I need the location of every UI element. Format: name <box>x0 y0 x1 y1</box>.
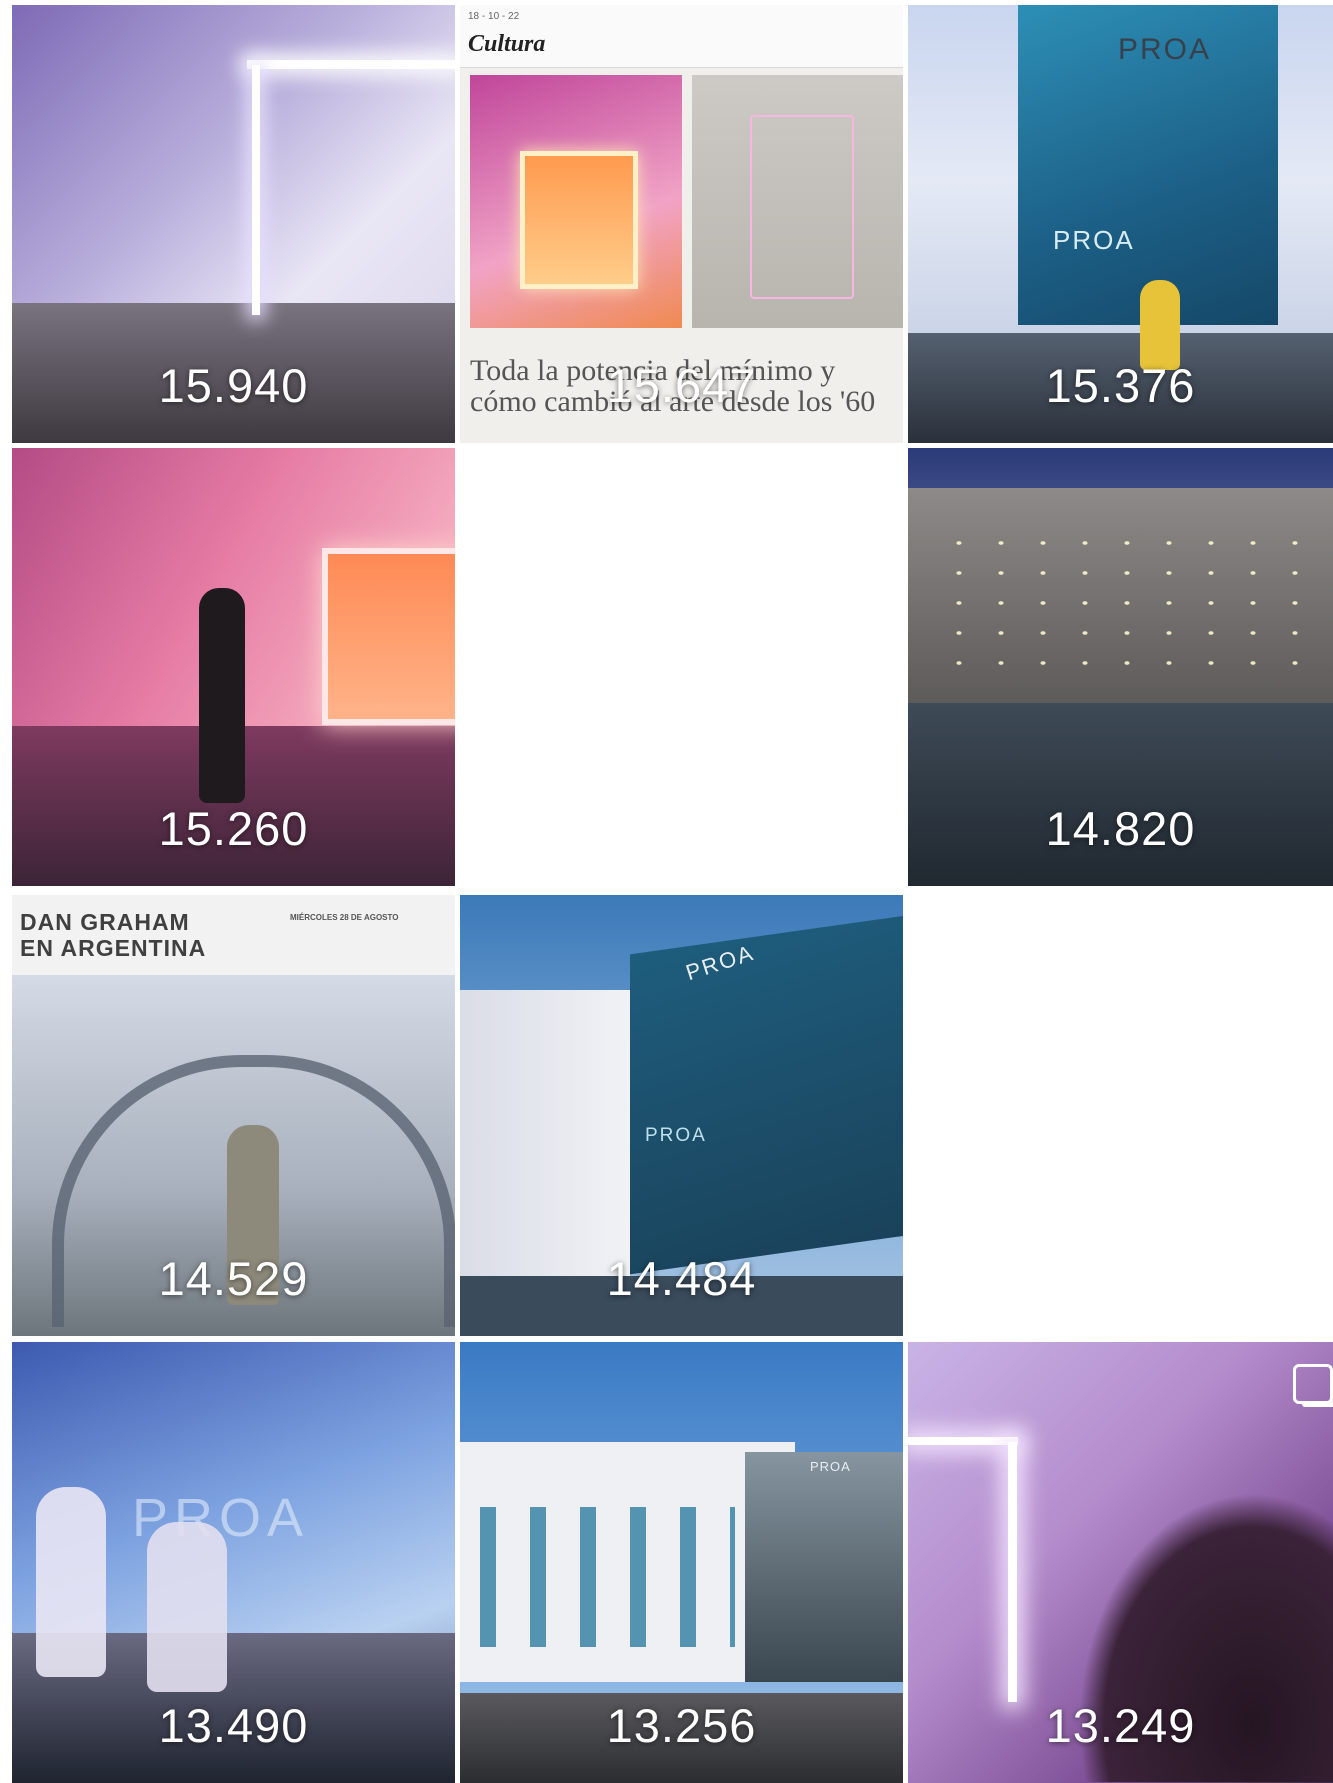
entrance-sign: PROA <box>645 1125 707 1146</box>
carousel-icon <box>1293 1364 1333 1404</box>
view-count: 15.940 <box>158 359 309 412</box>
post-grid: 15.940 18 - 10 - 22 Cultura Toda la pote… <box>0 0 1333 1783</box>
poster-title: EN ARGENTINA <box>20 935 207 961</box>
poster-title: DAN GRAHAM <box>20 909 190 935</box>
grid-post-empty <box>460 448 903 886</box>
grid-post[interactable]: PROA PROA 15.376 <box>908 5 1333 443</box>
grid-post[interactable]: 13.249 <box>908 1342 1333 1783</box>
entrance-sign: PROA <box>1053 225 1135 255</box>
newspaper-date: 18 - 10 - 22 <box>468 11 520 22</box>
building-sign: PROA <box>1118 33 1212 66</box>
view-count: 15.376 <box>1045 359 1196 412</box>
grid-post[interactable]: PROA PROA 14.484 <box>460 895 903 1336</box>
grid-post[interactable]: 14.820 <box>908 448 1333 886</box>
grid-post[interactable]: 18 - 10 - 22 Cultura Toda la potencia de… <box>460 5 903 443</box>
view-count: 15.260 <box>158 802 309 855</box>
grid-post[interactable]: DAN GRAHAM EN ARGENTINA MIÉRCOLES 28 DE … <box>12 895 455 1336</box>
grid-post[interactable]: 15.940 <box>12 5 455 443</box>
view-count: 14.484 <box>606 1252 757 1305</box>
grid-post[interactable]: PROA 13.490 <box>12 1342 455 1783</box>
view-count: 14.529 <box>158 1252 309 1305</box>
view-count: 14.820 <box>1045 802 1196 855</box>
grid-post[interactable]: PROA 13.256 <box>460 1342 903 1783</box>
view-count: 15.647 <box>606 359 757 412</box>
view-count: 13.249 <box>1045 1699 1196 1752</box>
poster-date: MIÉRCOLES 28 DE AGOSTO <box>290 913 399 922</box>
building-sign: PROA <box>810 1459 851 1474</box>
view-count: 13.490 <box>158 1699 309 1752</box>
grid-post-empty <box>908 895 1333 1336</box>
newspaper-section: Cultura <box>468 31 546 57</box>
grid-post[interactable]: 15.260 <box>12 448 455 886</box>
view-count: 13.256 <box>606 1699 757 1752</box>
